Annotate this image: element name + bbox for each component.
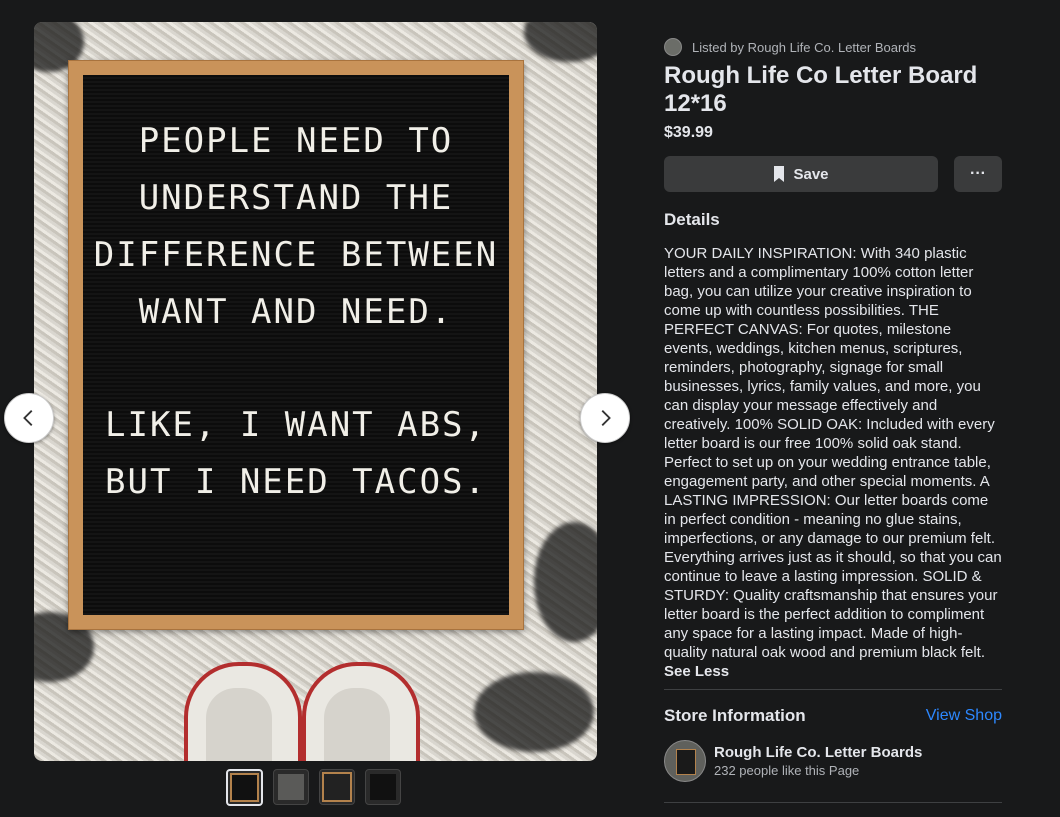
product-photo: PEOPLE NEED TO UNDERSTAND THE DIFFERENCE… bbox=[34, 22, 597, 761]
more-options-button[interactable]: ··· bbox=[954, 156, 1002, 192]
board-line: BUT I NEED TACOS. bbox=[105, 462, 487, 502]
details-heading: Details bbox=[664, 210, 720, 229]
chevron-right-icon bbox=[601, 410, 611, 426]
listed-by-text: Listed by Rough Life Co. Letter Boards bbox=[692, 39, 917, 55]
thumbnail[interactable] bbox=[319, 769, 355, 805]
previous-image-button[interactable] bbox=[4, 393, 54, 443]
thumbnail[interactable] bbox=[365, 769, 401, 805]
save-label: Save bbox=[793, 165, 829, 183]
chevron-left-icon bbox=[23, 410, 33, 426]
ellipsis-icon: ··· bbox=[970, 165, 986, 182]
listing-price: $39.99 bbox=[664, 124, 713, 141]
divider bbox=[664, 689, 1002, 690]
thumbnail[interactable] bbox=[273, 769, 309, 805]
store-likes: 232 people like this Page bbox=[714, 763, 860, 778]
listed-by: Listed by Rough Life Co. Letter Boards bbox=[664, 36, 1002, 58]
see-less-link[interactable]: See Less bbox=[664, 662, 1002, 681]
board-line: DIFFERENCE BETWEEN bbox=[93, 235, 499, 275]
listing-details-panel: Listed by Rough Life Co. Letter Boards R… bbox=[664, 36, 1002, 803]
sneakers bbox=[184, 662, 434, 761]
store-card: Rough Life Co. Letter Boards 232 people … bbox=[664, 740, 1002, 782]
listing-description: YOUR DAILY INSPIRATION: With 340 plastic… bbox=[664, 244, 1002, 681]
store-info-header: Store Information View Shop bbox=[664, 706, 1002, 726]
description-text: YOUR DAILY INSPIRATION: With 340 plastic… bbox=[664, 245, 1002, 661]
listing-title: Rough Life Co Letter Board 12*16 bbox=[664, 62, 978, 117]
next-image-button[interactable] bbox=[580, 393, 630, 443]
letter-board-felt: PEOPLE NEED TO UNDERSTAND THE DIFFERENCE… bbox=[83, 75, 509, 615]
seller-avatar-small[interactable] bbox=[664, 38, 682, 56]
save-button[interactable]: Save bbox=[664, 156, 938, 192]
board-line: PEOPLE NEED TO bbox=[138, 121, 454, 161]
store-name[interactable]: Rough Life Co. Letter Boards bbox=[714, 744, 922, 761]
view-shop-link[interactable]: View Shop bbox=[926, 707, 1002, 725]
store-avatar[interactable] bbox=[664, 740, 706, 782]
board-line: WANT AND NEED. bbox=[138, 292, 454, 332]
bookmark-icon bbox=[774, 166, 785, 182]
media-viewer: PEOPLE NEED TO UNDERSTAND THE DIFFERENCE… bbox=[0, 0, 640, 817]
board-line: UNDERSTAND THE bbox=[138, 178, 454, 218]
thumbnail-strip bbox=[226, 769, 401, 806]
board-line: LIKE, I WANT ABS, bbox=[105, 405, 487, 445]
divider bbox=[664, 802, 1002, 803]
thumbnail[interactable] bbox=[226, 769, 263, 806]
letter-board: PEOPLE NEED TO UNDERSTAND THE DIFFERENCE… bbox=[68, 60, 524, 630]
store-info-heading: Store Information bbox=[664, 706, 806, 725]
listing-actions: Save ··· bbox=[664, 156, 1002, 192]
